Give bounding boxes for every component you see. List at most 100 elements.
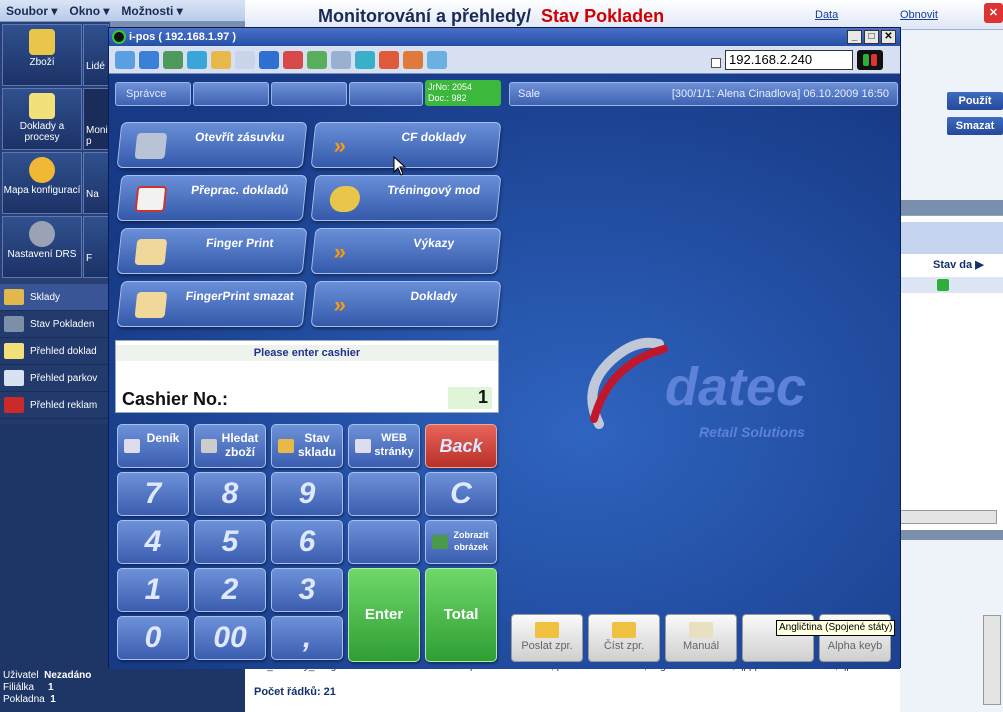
data-link[interactable]: Data xyxy=(815,9,838,21)
menu-window[interactable]: Okno ▾ xyxy=(63,4,115,18)
tile-drs-settings[interactable]: Nastavení DRS xyxy=(2,216,82,278)
key-0[interactable]: 0 xyxy=(117,616,189,660)
nav-item-parked-overview[interactable]: Přehled parkov xyxy=(0,365,110,392)
total-button[interactable]: Total xyxy=(425,568,497,662)
close-icon[interactable]: ✕ xyxy=(984,3,1003,23)
globe-icon[interactable] xyxy=(163,51,183,69)
back-button[interactable]: Back xyxy=(425,424,497,468)
ip-address-field[interactable]: 192.168.2.240 xyxy=(725,50,853,70)
key-4[interactable]: 4 xyxy=(117,520,189,564)
key-empty[interactable] xyxy=(348,472,420,516)
key-1[interactable]: 1 xyxy=(117,568,189,612)
enter-button[interactable]: Enter xyxy=(348,568,420,662)
mouse-cursor-icon xyxy=(393,156,407,176)
key-6[interactable]: 6 xyxy=(271,520,343,564)
folder-icon[interactable] xyxy=(211,51,231,69)
clear-button[interactable]: Smazat xyxy=(947,117,1003,135)
tile-f[interactable]: F xyxy=(83,216,109,278)
key-2[interactable]: 2 xyxy=(194,568,266,612)
reprocess-documents-button[interactable]: Přeprac. dokladů xyxy=(116,175,308,221)
logo-tagline: Retail Solutions xyxy=(699,424,805,440)
tile-settings-side[interactable]: Na xyxy=(83,152,109,214)
send-message-button[interactable]: Poslat zpr. xyxy=(511,614,583,662)
web-pages-button[interactable]: WEB stránky xyxy=(348,424,420,468)
key-7[interactable]: 7 xyxy=(117,472,189,516)
keyboard-language-tooltip: Angličtina (Spojené státy) xyxy=(776,620,896,636)
show-image-button[interactable]: Zobrazit obrázek xyxy=(425,520,497,564)
tab-empty-3[interactable] xyxy=(349,82,423,106)
tab-empty-1[interactable] xyxy=(193,82,269,106)
globe-stop-icon[interactable] xyxy=(283,51,303,69)
tile-people[interactable]: Lidé xyxy=(83,24,109,86)
refresh-link[interactable]: Obnovit xyxy=(900,9,938,21)
ip-checkbox[interactable] xyxy=(711,58,721,68)
window-icon[interactable] xyxy=(139,51,159,69)
key-5[interactable]: 5 xyxy=(194,520,266,564)
menu-options[interactable]: Možnosti ▾ xyxy=(115,4,188,18)
nav-item-docs-overview[interactable]: Přehled doklad xyxy=(0,338,110,365)
refresh-icon[interactable] xyxy=(355,51,375,69)
datec-logo-icon xyxy=(587,337,668,429)
info-icon[interactable] xyxy=(259,51,279,69)
read-message-button[interactable]: Číst zpr. xyxy=(588,614,660,662)
fingerprint-icon xyxy=(134,239,168,265)
key-empty-2[interactable] xyxy=(348,520,420,564)
grid-column-header[interactable]: Stav da ▶ xyxy=(933,258,984,271)
tile-documents[interactable]: Doklady a procesy xyxy=(2,88,82,150)
bg-grid-header xyxy=(900,222,1003,254)
apply-button[interactable]: Použít xyxy=(947,92,1003,110)
journal-counter: JrNo: 2054 Doc.: 982 xyxy=(425,80,501,106)
nav-item-warehouses[interactable]: Sklady xyxy=(0,284,110,311)
maximize-icon[interactable]: □ xyxy=(864,30,879,44)
vertical-scrollbar[interactable] xyxy=(983,615,1001,705)
add-item-icon[interactable] xyxy=(379,51,399,69)
table-row[interactable] xyxy=(900,277,1003,293)
fingerprint-delete-button[interactable]: FingerPrint smazat xyxy=(116,281,308,327)
image-icon xyxy=(432,535,448,549)
wrench-icon[interactable] xyxy=(331,51,351,69)
goods-icon xyxy=(29,29,55,55)
clear-key[interactable]: C xyxy=(425,472,497,516)
network-icon[interactable] xyxy=(115,51,135,69)
bg-menubar: Soubor ▾ Okno ▾ Možnosti ▾ xyxy=(0,0,245,22)
minimize-icon[interactable]: _ xyxy=(847,30,862,44)
training-mode-button[interactable]: Tréningový mod xyxy=(310,175,502,221)
tile-goods[interactable]: Zboží xyxy=(2,24,82,86)
manual-button[interactable]: Manuál xyxy=(665,614,737,662)
menu-file[interactable]: Soubor ▾ xyxy=(0,4,63,18)
key-comma[interactable]: , xyxy=(271,616,343,660)
open-drawer-button[interactable]: Otevřít zásuvku xyxy=(116,122,308,168)
key-00[interactable]: 00 xyxy=(194,616,266,660)
window-close-icon[interactable]: ✕ xyxy=(881,30,896,44)
tab-empty-2[interactable] xyxy=(271,82,347,106)
fingerprint-button[interactable]: Finger Print xyxy=(116,228,308,274)
tile-config-map[interactable]: Mapa konfigurací xyxy=(2,152,82,214)
document-icon xyxy=(4,343,24,359)
remove-item-icon[interactable] xyxy=(403,51,423,69)
journal-button[interactable]: Deník xyxy=(117,424,189,468)
settings-icon[interactable] xyxy=(427,51,447,69)
bg-status-panel: Uživatel Nezadáno Filiálka 1 Pokladna 1 xyxy=(0,668,245,712)
documents-button[interactable]: » Doklady xyxy=(310,281,502,327)
key-3[interactable]: 3 xyxy=(271,568,343,612)
search-goods-button[interactable]: Hledat zboží xyxy=(194,424,266,468)
register-icon xyxy=(4,316,24,332)
logo-brand: datec xyxy=(665,357,807,417)
key-8[interactable]: 8 xyxy=(194,472,266,516)
tab-admin[interactable]: Správce xyxy=(115,82,191,106)
trainer-icon xyxy=(328,186,362,212)
web-icon xyxy=(355,439,371,453)
register-icon xyxy=(134,133,168,159)
horizontal-scrollbar[interactable] xyxy=(900,510,997,524)
key-9[interactable]: 9 xyxy=(271,472,343,516)
sync-icon[interactable] xyxy=(187,51,207,69)
tile-monitoring[interactable]: Moni­p xyxy=(83,88,109,150)
envelope-open-icon xyxy=(612,622,636,638)
reports-button[interactable]: » Výkazy xyxy=(310,228,502,274)
tools-icon[interactable] xyxy=(307,51,327,69)
cashier-input[interactable]: 1 xyxy=(448,387,492,409)
nav-item-register-status[interactable]: Stav Pokladen xyxy=(0,311,110,338)
stock-status-button[interactable]: Stav skladu xyxy=(271,424,343,468)
spellcheck-icon[interactable] xyxy=(235,51,255,69)
nav-item-complaints-overview[interactable]: Přehled reklam xyxy=(0,392,110,419)
